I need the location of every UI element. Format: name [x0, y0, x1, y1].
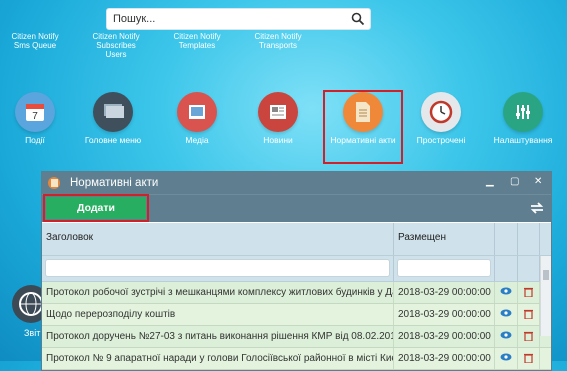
table-header: Заголовок Размещен [42, 223, 551, 256]
clock-icon [421, 92, 461, 132]
table-row[interactable]: Протокол доручень №27-03 з питань викона… [42, 326, 551, 348]
column-placed[interactable]: Размещен [394, 223, 495, 255]
app-report-label: Звіт [24, 328, 41, 338]
top-link-sms-queue[interactable]: Citizen Notify Sms Queue [0, 32, 70, 50]
filter-row [42, 256, 551, 282]
eye-icon[interactable] [495, 348, 518, 369]
vertical-scrollbar[interactable] [540, 256, 551, 336]
eye-icon[interactable] [495, 304, 518, 325]
app-media[interactable]: Медіа [162, 92, 232, 145]
photos-icon [177, 92, 217, 132]
app-news[interactable]: Новини [243, 92, 313, 145]
date-filter-input[interactable] [397, 259, 491, 277]
title-filter-input[interactable] [45, 259, 390, 277]
app-overdue[interactable]: Прострочені [406, 92, 476, 145]
add-button-highlight [43, 194, 149, 222]
scrollbar-thumb[interactable] [543, 270, 549, 280]
app-events[interactable]: 7 Події [0, 92, 70, 145]
eye-icon[interactable] [495, 326, 518, 347]
column-title[interactable]: Заголовок [42, 223, 394, 255]
top-link-subscribes-users[interactable]: Citizen Notify Subscribes Users [81, 32, 151, 59]
minimize-icon[interactable]: ▁ [486, 176, 494, 187]
sliders-icon [503, 92, 543, 132]
refresh-icon[interactable] [529, 201, 545, 215]
window-title: Нормативні акти [70, 177, 159, 189]
document-icon [48, 177, 60, 189]
selection-highlight [323, 90, 403, 164]
calendar-icon: 7 [15, 92, 55, 132]
window-titlebar[interactable]: Нормативні акти ▁ ▢ ✕ [42, 172, 551, 194]
normative-acts-window: Нормативні акти ▁ ▢ ✕ Додати Заголовок Р… [41, 171, 552, 371]
close-icon[interactable]: ✕ [534, 176, 542, 187]
app-settings[interactable]: Налаштування [488, 92, 558, 145]
windows-icon [93, 92, 133, 132]
trash-icon[interactable] [518, 326, 540, 347]
acts-table: Заголовок Размещен Протокол робочої зуст… [42, 223, 551, 370]
maximize-icon[interactable]: ▢ [510, 176, 519, 187]
trash-icon[interactable] [518, 304, 540, 325]
trash-icon[interactable] [518, 282, 540, 303]
top-link-transports[interactable]: Citizen Notify Transports [243, 32, 313, 50]
svg-text:7: 7 [32, 111, 38, 122]
table-row[interactable]: Щодо перерозподілу коштів 2018-03-29 00:… [42, 304, 551, 326]
search-input[interactable] [107, 9, 337, 29]
trash-icon[interactable] [518, 348, 540, 369]
table-body: Протокол робочої зустрічі з мешканцями к… [42, 282, 551, 370]
search-icon[interactable] [351, 12, 365, 26]
newspaper-icon [258, 92, 298, 132]
top-link-templates[interactable]: Citizen Notify Templates [162, 32, 232, 50]
window-toolbar: Додати [42, 194, 551, 222]
app-main-menu[interactable]: Головне меню [78, 92, 148, 145]
eye-icon[interactable] [495, 282, 518, 303]
search-box[interactable] [106, 8, 371, 30]
table-row[interactable]: Протокол № 9 апаратної наради у голови Г… [42, 348, 551, 370]
table-row[interactable]: Протокол робочої зустрічі з мешканцями к… [42, 282, 551, 304]
